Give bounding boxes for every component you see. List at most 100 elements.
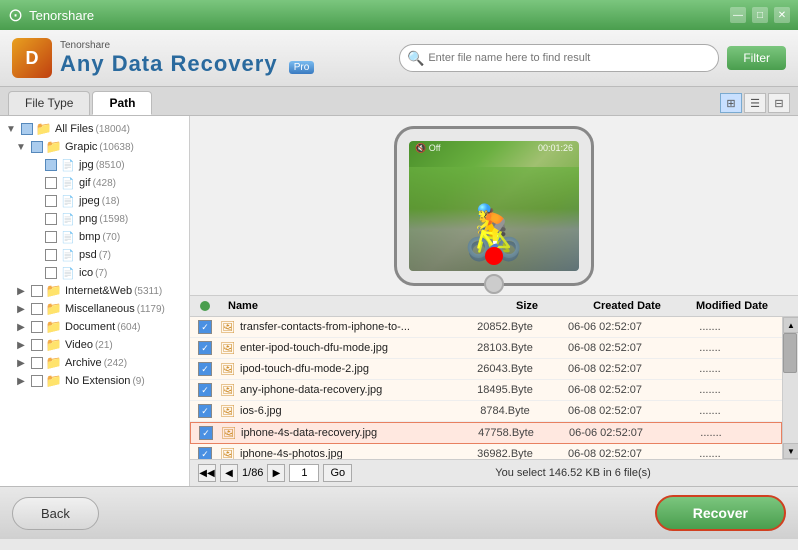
tree-item-jpg[interactable]: 📄 jpg (8510) <box>0 156 189 174</box>
tree-label: bmp <box>79 231 100 243</box>
scroll-up-button[interactable]: ▲ <box>783 317 798 333</box>
file-modified: ....... <box>660 321 760 333</box>
table-row[interactable]: 🖼 enter-ipod-touch-dfu-mode.jpg 28103.By… <box>190 338 782 359</box>
maximize-button[interactable]: □ <box>752 7 768 23</box>
table-row[interactable]: 🖼 any-iphone-data-recovery.jpg 18495.Byt… <box>190 380 782 401</box>
row-checkbox[interactable] <box>198 404 212 418</box>
tree-item-archive[interactable]: ▶ 📁 Archive (242) <box>0 354 189 372</box>
recover-button[interactable]: Recover <box>655 495 786 531</box>
table-row[interactable]: 🖼 iphone-4s-data-recovery.jpg 47758.Byte… <box>190 422 782 444</box>
company-name: Tenorshare <box>60 40 314 51</box>
tree-checkbox[interactable] <box>31 285 43 297</box>
tree-item-no-extension[interactable]: ▶ 📁 No Extension (9) <box>0 372 189 390</box>
toggle-icon: ▶ <box>14 376 28 387</box>
go-button[interactable]: Go <box>323 464 352 482</box>
phone-left-button <box>394 159 397 179</box>
first-page-button[interactable]: ◀◀ <box>198 464 216 482</box>
tree-item-jpeg[interactable]: 📄 jpeg (18) <box>0 192 189 210</box>
row-checkbox[interactable] <box>198 341 212 355</box>
app-title: Tenorshare <box>29 8 94 23</box>
tree-checkbox[interactable] <box>45 159 57 171</box>
tree-checkbox[interactable] <box>31 375 43 387</box>
file-type-icon: 🖼 <box>220 383 236 397</box>
tree-checkbox[interactable] <box>45 213 57 225</box>
file-tree: ▼ 📁 All Files (18004) ▼ 📁 Grapic (10638)… <box>0 116 190 486</box>
filter-button[interactable]: Filter <box>727 46 786 70</box>
scroll-down-button[interactable]: ▼ <box>783 443 798 459</box>
tree-checkbox[interactable] <box>21 123 33 135</box>
tree-item-video[interactable]: ▶ 📁 Video (21) <box>0 336 189 354</box>
grid-view-button[interactable]: ⊞ <box>720 93 742 113</box>
titlebar-title: ⊙ Tenorshare <box>8 5 94 26</box>
tree-item-miscellaneous[interactable]: ▶ 📁 Miscellaneous (1179) <box>0 300 189 318</box>
file-type-icon: 🖼 <box>220 320 236 334</box>
table-row[interactable]: 🖼 ipod-touch-dfu-mode-2.jpg 26043.Byte 0… <box>190 359 782 380</box>
phone-record-button[interactable] <box>485 247 503 265</box>
file-modified: ....... <box>660 363 760 375</box>
next-page-button[interactable]: ▶ <box>267 464 285 482</box>
folder-icon: 📁 <box>46 374 62 388</box>
tree-item-ico[interactable]: 📄 ico (7) <box>0 264 189 282</box>
tree-checkbox[interactable] <box>31 141 43 153</box>
detail-view-button[interactable]: ⊟ <box>768 93 790 113</box>
row-checkbox[interactable] <box>198 320 212 334</box>
tabs-list: File Type Path <box>8 91 152 115</box>
row-checkbox[interactable] <box>198 383 212 397</box>
tree-item-document[interactable]: ▶ 📁 Document (604) <box>0 318 189 336</box>
page-jump-input[interactable] <box>289 464 319 482</box>
file-list-scroll: 🖼 transfer-contacts-from-iphone-to-... 2… <box>190 317 798 459</box>
view-buttons: ⊞ ☰ ⊟ <box>720 93 790 113</box>
file-name: enter-ipod-touch-dfu-mode.jpg <box>240 342 460 354</box>
file-size: 28103.Byte <box>460 342 550 354</box>
row-checkbox[interactable] <box>199 426 213 440</box>
tree-item-grapic[interactable]: ▼ 📁 Grapic (10638) <box>0 138 189 156</box>
tree-count: (1598) <box>99 214 128 225</box>
tree-label: Video <box>65 339 93 351</box>
select-all-indicator[interactable] <box>200 301 210 311</box>
file-size: 36982.Byte <box>460 448 550 459</box>
tree-item-internet-web[interactable]: ▶ 📁 Internet&Web (5311) <box>0 282 189 300</box>
tree-checkbox[interactable] <box>45 267 57 279</box>
list-view-button[interactable]: ☰ <box>744 93 766 113</box>
tree-label: ico <box>79 267 93 279</box>
minimize-button[interactable]: — <box>730 7 746 23</box>
phone-preview: 🔇 Off 00:01:26 🚴 <box>190 116 798 296</box>
table-row[interactable]: 🖼 iphone-4s-photos.jpg 36982.Byte 06-08 … <box>190 444 782 459</box>
tree-checkbox[interactable] <box>45 195 57 207</box>
tree-label: All Files <box>55 123 94 135</box>
prev-page-button[interactable]: ◀ <box>220 464 238 482</box>
file-created: 06-06 02:52:07 <box>551 427 661 439</box>
scroll-thumb[interactable] <box>783 333 797 373</box>
close-button[interactable]: ✕ <box>774 7 790 23</box>
tree-label: Miscellaneous <box>65 303 135 315</box>
row-checkbox[interactable] <box>198 447 212 459</box>
tree-checkbox[interactable] <box>45 231 57 243</box>
tree-checkbox[interactable] <box>31 303 43 315</box>
back-button[interactable]: Back <box>12 497 99 530</box>
tree-item-bmp[interactable]: 📄 bmp (70) <box>0 228 189 246</box>
tree-checkbox[interactable] <box>45 249 57 261</box>
file-icon: 📄 <box>60 230 76 244</box>
file-size: 47758.Byte <box>461 427 551 439</box>
tree-item-png[interactable]: 📄 png (1598) <box>0 210 189 228</box>
search-input[interactable] <box>399 44 719 72</box>
file-size: 18495.Byte <box>460 384 550 396</box>
tree-count: (10638) <box>99 142 133 153</box>
tree-checkbox[interactable] <box>31 357 43 369</box>
table-row[interactable]: 🖼 transfer-contacts-from-iphone-to-... 2… <box>190 317 782 338</box>
tree-item-gif[interactable]: 📄 gif (428) <box>0 174 189 192</box>
column-size: Size <box>482 300 572 312</box>
tab-file-type[interactable]: File Type <box>8 91 90 115</box>
table-row[interactable]: 🖼 ios-6.jpg 8784.Byte 06-08 02:52:07 ...… <box>190 401 782 422</box>
tree-checkbox[interactable] <box>45 177 57 189</box>
tree-label: jpeg <box>79 195 100 207</box>
tree-item-all-files[interactable]: ▼ 📁 All Files (18004) <box>0 120 189 138</box>
phone-home-button[interactable] <box>484 274 504 294</box>
row-checkbox[interactable] <box>198 362 212 376</box>
tree-checkbox[interactable] <box>31 321 43 333</box>
file-created: 06-08 02:52:07 <box>550 448 660 459</box>
tree-checkbox[interactable] <box>31 339 43 351</box>
tab-path[interactable]: Path <box>92 91 152 115</box>
tree-item-psd[interactable]: 📄 psd (7) <box>0 246 189 264</box>
file-created: 06-06 02:52:07 <box>550 321 660 333</box>
